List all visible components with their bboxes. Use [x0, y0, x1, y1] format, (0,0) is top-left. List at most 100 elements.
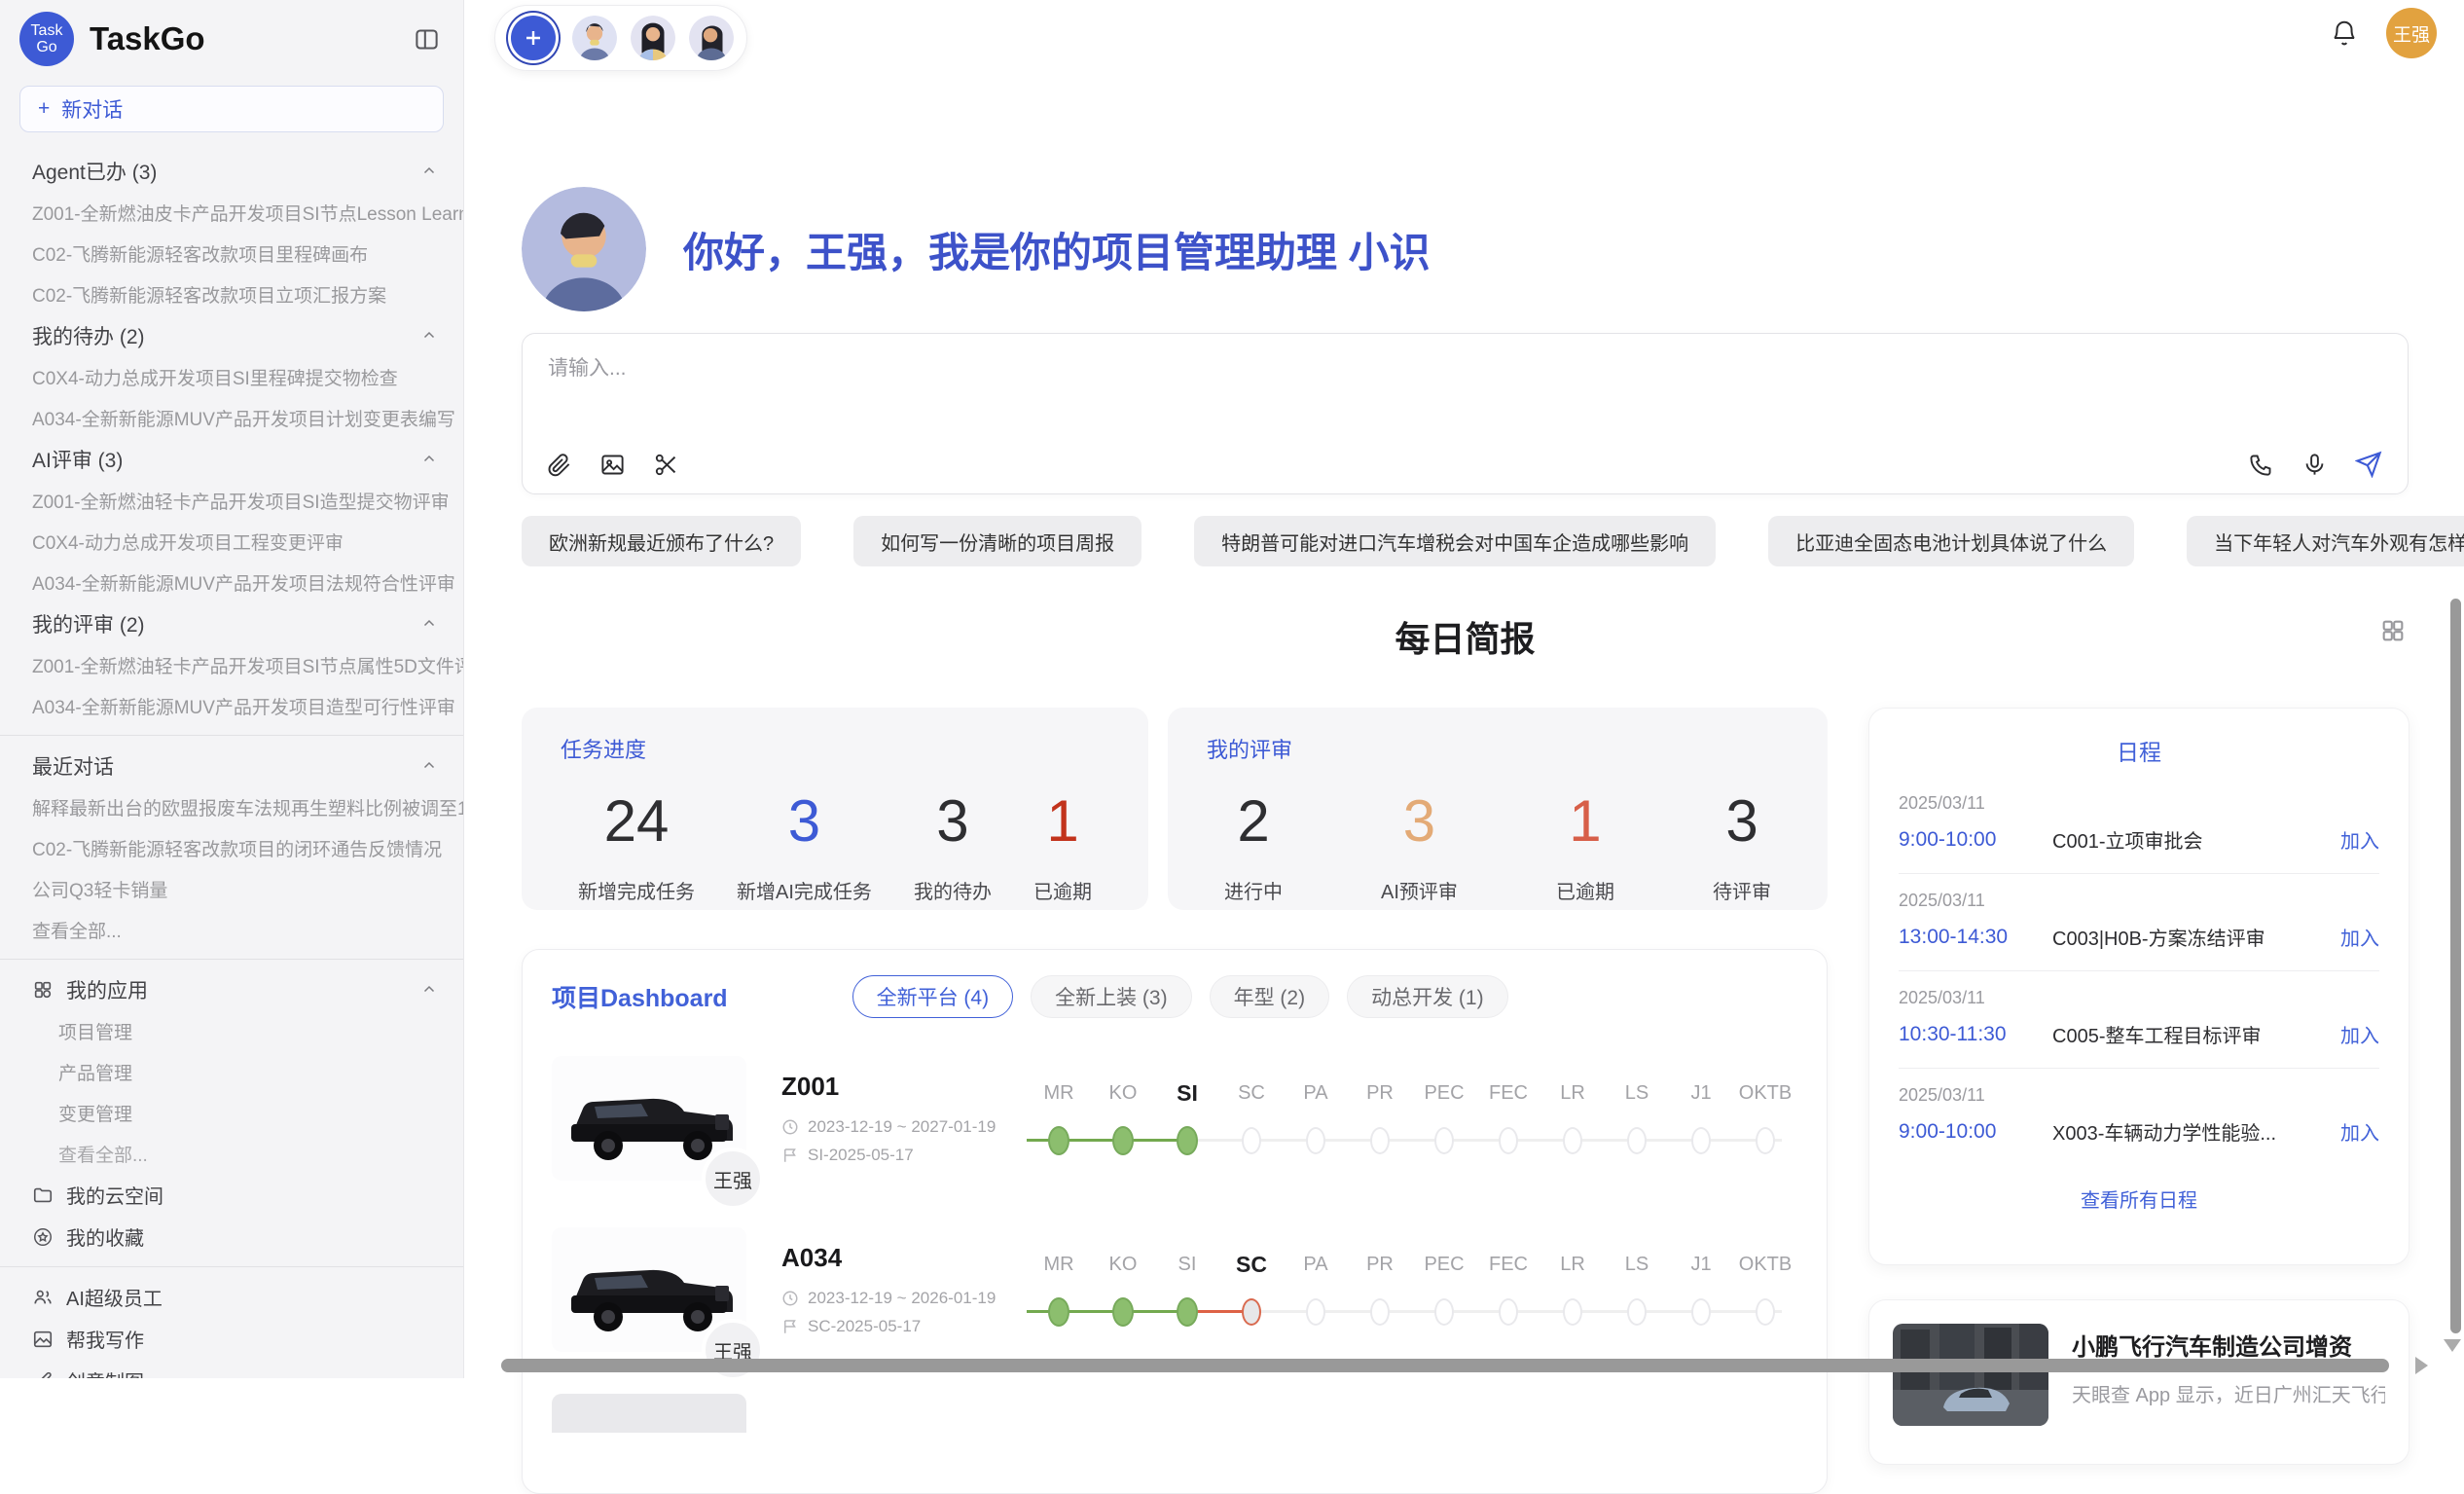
milestone-label: FEC [1489, 1082, 1528, 1105]
milestone-label: J1 [1690, 1254, 1711, 1276]
milestone-dot-future [1563, 1127, 1582, 1154]
join-link[interactable]: 加入 [2340, 1020, 2379, 1048]
sidebar-item[interactable]: C02-飞腾新能源轻客改款项目立项汇报方案 [0, 273, 463, 314]
join-link[interactable]: 加入 [2340, 1117, 2379, 1146]
tab-new-platform[interactable]: 全新平台 (4) [852, 975, 1014, 1018]
suggestion-chip[interactable]: 如何写一份清晰的项目周报 [853, 516, 1141, 566]
vertical-scrollbar[interactable] [2450, 599, 2461, 1333]
milestone-label: FEC [1489, 1254, 1528, 1276]
sidebar-item-cloud-space[interactable]: 我的云空间 [0, 1174, 463, 1216]
view-all-chats-link[interactable]: 查看全部... [0, 909, 463, 950]
section-header-my-todo[interactable]: 我的待办 (2) [0, 314, 463, 356]
view-all-apps-link[interactable]: 查看全部... [0, 1133, 463, 1174]
assistant-avatar-large [522, 187, 646, 311]
layout-grid-icon[interactable] [2379, 617, 2407, 644]
assistant-avatar-1[interactable] [572, 16, 617, 60]
greeting-text: 你好，王强，我是你的项目管理助理 小识 [683, 220, 1431, 279]
milestone-dot-done [1112, 1126, 1134, 1155]
stat-ai-done: 3 新增AI完成任务 [737, 787, 872, 904]
suggestion-chip[interactable]: 特朗普可能对进口汽车增税会对中国车企造成哪些影响 [1194, 516, 1716, 566]
news-title: 小鹏飞行汽车制造公司增资 [2072, 1328, 2385, 1362]
milestone-dot-done [1112, 1297, 1134, 1327]
project-row[interactable]: 王强 Z001 2023-12-19 ~ 2027-01-19 SI-2025-… [523, 1047, 1827, 1189]
folder-icon [32, 1184, 54, 1206]
insert-image-icon[interactable] [599, 452, 626, 478]
greeting-block: 你好，王强，我是你的项目管理助理 小识 [522, 187, 1431, 311]
user-avatar[interactable]: 王强 [2386, 8, 2437, 58]
suggestion-chip[interactable]: 比亚迪全固态电池计划具体说了什么 [1768, 516, 2134, 566]
sidebar-item[interactable]: Z001-全新燃油轻卡产品开发项目SI节点属性5D文件评审 [0, 644, 463, 685]
project-owner-badge: 王强 [702, 1148, 764, 1210]
join-link[interactable]: 加入 [2340, 923, 2379, 951]
app-logo: Task Go [19, 12, 74, 66]
recent-chat-item[interactable]: 解释最新出台的欧盟报废车法规再生塑料比例被调至15%... [0, 786, 463, 827]
schedule-date: 2025/03/11 [1899, 891, 2379, 911]
app-item-product-mgmt[interactable]: 产品管理 [0, 1051, 463, 1092]
scroll-down-arrow[interactable] [2444, 1339, 2461, 1352]
news-card[interactable]: 小鹏飞行汽车制造公司增资 天眼查 App 显示，近日广州汇天飞行汽... [1868, 1299, 2410, 1465]
microphone-icon[interactable] [2301, 452, 2328, 478]
sidebar-item-favorites[interactable]: 我的收藏 [0, 1216, 463, 1257]
sidebar-item[interactable]: A034-全新新能源MUV产品开发项目造型可行性评审 [0, 685, 463, 726]
divider [0, 1266, 463, 1267]
sidebar-item[interactable]: Z001-全新燃油轻卡产品开发项目SI造型提交物评审 [0, 480, 463, 521]
tab-powertrain[interactable]: 动总开发 (1) [1347, 975, 1508, 1018]
recent-chat-item[interactable]: C02-飞腾新能源轻客改款项目的闭环通告反馈情况 [0, 827, 463, 868]
section-header-my-review[interactable]: 我的评审 (2) [0, 602, 463, 644]
app-item-project-mgmt[interactable]: 项目管理 [0, 1010, 463, 1051]
schedule-date: 2025/03/11 [1899, 793, 2379, 814]
app-item-change-mgmt[interactable]: 变更管理 [0, 1092, 463, 1133]
milestone-label: LR [1560, 1082, 1585, 1105]
schedule-entry: 2025/03/11 10:30-11:30 C005-整车工程目标评审 加入 [1899, 970, 2379, 1068]
milestone-dot-future [1499, 1127, 1518, 1154]
recent-chat-item[interactable]: 公司Q3轻卡销量 [0, 868, 463, 909]
tab-new-body[interactable]: 全新上装 (3) [1031, 975, 1192, 1018]
sidebar-item[interactable]: A034-全新新能源MUV产品开发项目法规符合性评审 [0, 562, 463, 602]
new-chat-button[interactable]: + 新对话 [19, 86, 444, 132]
project-row[interactable]: 王强 A034 2023-12-19 ~ 2026-01-19 SC-2025-… [523, 1219, 1827, 1361]
attachment-icon[interactable] [546, 452, 572, 478]
sidebar-item-help-me-write[interactable]: 帮我写作 [0, 1318, 463, 1360]
phone-call-icon[interactable] [2248, 452, 2274, 478]
section-header-recent-chats[interactable]: 最近对话 [0, 745, 463, 786]
project-vehicle-image [552, 1394, 746, 1433]
milestone-label: PR [1366, 1254, 1394, 1276]
section-header-agent-done[interactable]: Agent已办 (3) [0, 150, 463, 192]
section-header-my-apps[interactable]: 我的应用 [0, 968, 463, 1010]
sidebar-item-creative-drawing[interactable]: 创意制图 [0, 1360, 463, 1378]
main-area: 王强 你好，王强，我是你的项目管理助理 小识 欧洲新规最近颁布了什么? 如何写一… [465, 0, 2464, 1378]
milestone-dot-future [1563, 1298, 1582, 1326]
milestone-dot-future [1434, 1127, 1454, 1154]
add-assistant-button[interactable] [511, 16, 556, 60]
sidebar-item-ai-super-staff[interactable]: AI超级员工 [0, 1276, 463, 1318]
sidebar-item[interactable]: A034-全新新能源MUV产品开发项目计划变更表编写 [0, 397, 463, 438]
horizontal-scrollbar[interactable] [501, 1359, 2389, 1372]
suggestion-chip[interactable]: 欧洲新规最近颁布了什么? [522, 516, 801, 566]
suggestion-chip[interactable]: 当下年轻人对汽车外观有怎样的喜好趋势 [2187, 516, 2464, 566]
view-all-schedule-link[interactable]: 查看所有日程 [1899, 1165, 2379, 1232]
chevron-up-icon [420, 327, 438, 345]
scroll-right-arrow[interactable] [2415, 1357, 2428, 1374]
sidebar-collapse-icon[interactable] [414, 26, 440, 53]
schedule-entry: 2025/03/11 9:00-10:00 C001-立项审批会 加入 [1899, 777, 2379, 873]
dashboard-tabs: 全新平台 (4) 全新上装 (3) 年型 (2) 动总开发 (1) [852, 975, 1508, 1018]
chat-input[interactable] [548, 357, 2382, 381]
sidebar-item[interactable]: C0X4-动力总成开发项目SI里程碑提交物检查 [0, 356, 463, 397]
join-link[interactable]: 加入 [2340, 825, 2379, 854]
milestone-track: MR KO SI SC PA PR PEC FEC LR LS J1 OKTB [1027, 1080, 1797, 1157]
tab-model-year[interactable]: 年型 (2) [1210, 975, 1330, 1018]
assistant-avatar-2[interactable] [631, 16, 675, 60]
sidebar-item[interactable]: Z001-全新燃油皮卡产品开发项目SI节点Lesson Learn报告 [0, 192, 463, 233]
assistant-avatar-3[interactable] [689, 16, 734, 60]
milestone-label: J1 [1690, 1082, 1711, 1105]
dashboard-title: 项目Dashboard [552, 979, 728, 1014]
notification-bell-icon[interactable] [2330, 18, 2359, 48]
stat-review-overdue: 1 已逾期 [1556, 787, 1614, 904]
sidebar-item[interactable]: C02-飞腾新能源轻客改款项目里程碑画布 [0, 233, 463, 273]
section-header-ai-review[interactable]: AI评审 (3) [0, 438, 463, 480]
send-icon[interactable] [2355, 451, 2382, 478]
milestone-label: SI [1178, 1254, 1197, 1276]
milestone-label: OKTB [1739, 1082, 1792, 1105]
snippet-scissors-icon[interactable] [653, 452, 679, 478]
sidebar-item[interactable]: C0X4-动力总成开发项目工程变更评审 [0, 521, 463, 562]
